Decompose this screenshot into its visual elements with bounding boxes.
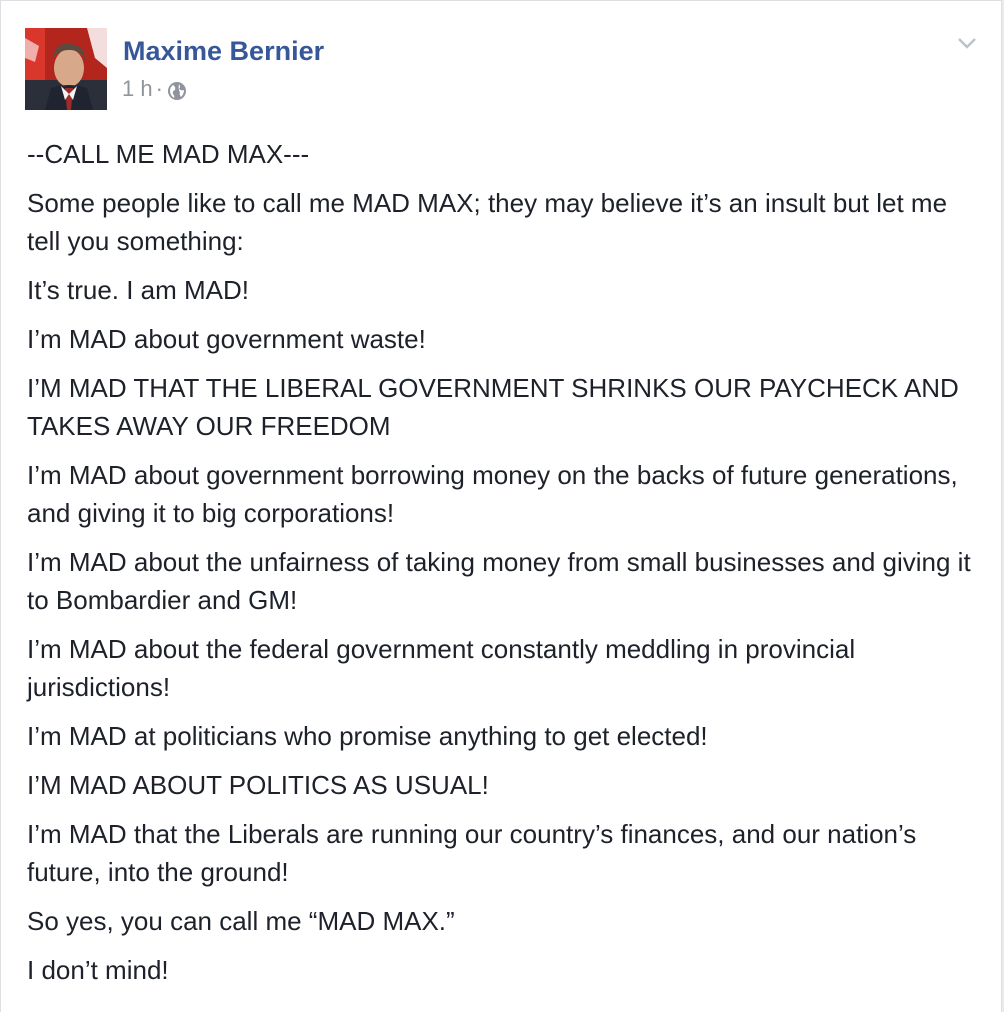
- post-paragraph: I’m MAD about government waste!: [27, 324, 426, 354]
- profile-photo: [25, 28, 107, 110]
- post-paragraph: I don’t mind!: [27, 955, 169, 985]
- meta-separator: ·: [155, 76, 163, 101]
- avatar[interactable]: [25, 28, 107, 110]
- post-timestamp[interactable]: 1 h: [122, 75, 153, 103]
- post-paragraph: It’s true. I am MAD!: [27, 275, 250, 305]
- chevron-down-icon[interactable]: [953, 31, 981, 55]
- facebook-post: Maxime Bernier 1 h · --CALL ME MAD MAX--…: [0, 0, 1002, 1012]
- post-meta: 1 h ·: [122, 75, 187, 103]
- post-paragraph: --CALL ME MAD MAX---: [27, 139, 310, 169]
- post-paragraph: I’m MAD about government borrowing money…: [27, 460, 958, 528]
- post-paragraph: So yes, you can call me “MAD MAX.”: [27, 906, 455, 936]
- globe-icon[interactable]: [167, 80, 187, 100]
- post-paragraph: I’m MAD about the unfairness of taking m…: [27, 547, 971, 615]
- author-name[interactable]: Maxime Bernier: [123, 35, 324, 67]
- post-body: --CALL ME MAD MAX--- Some people like to…: [27, 135, 975, 1000]
- post-paragraph: I’m MAD at politicians who promise anyth…: [27, 721, 708, 751]
- post-paragraph: I’m MAD that the Liberals are running ou…: [27, 819, 917, 887]
- post-paragraph: I’M MAD ABOUT POLITICS AS USUAL!: [27, 770, 489, 800]
- post-paragraph: I’M MAD THAT THE LIBERAL GOVERNMENT SHRI…: [27, 373, 959, 441]
- post-paragraph: Some people like to call me MAD MAX; the…: [27, 188, 948, 256]
- post-paragraph: I’m MAD about the federal government con…: [27, 634, 856, 702]
